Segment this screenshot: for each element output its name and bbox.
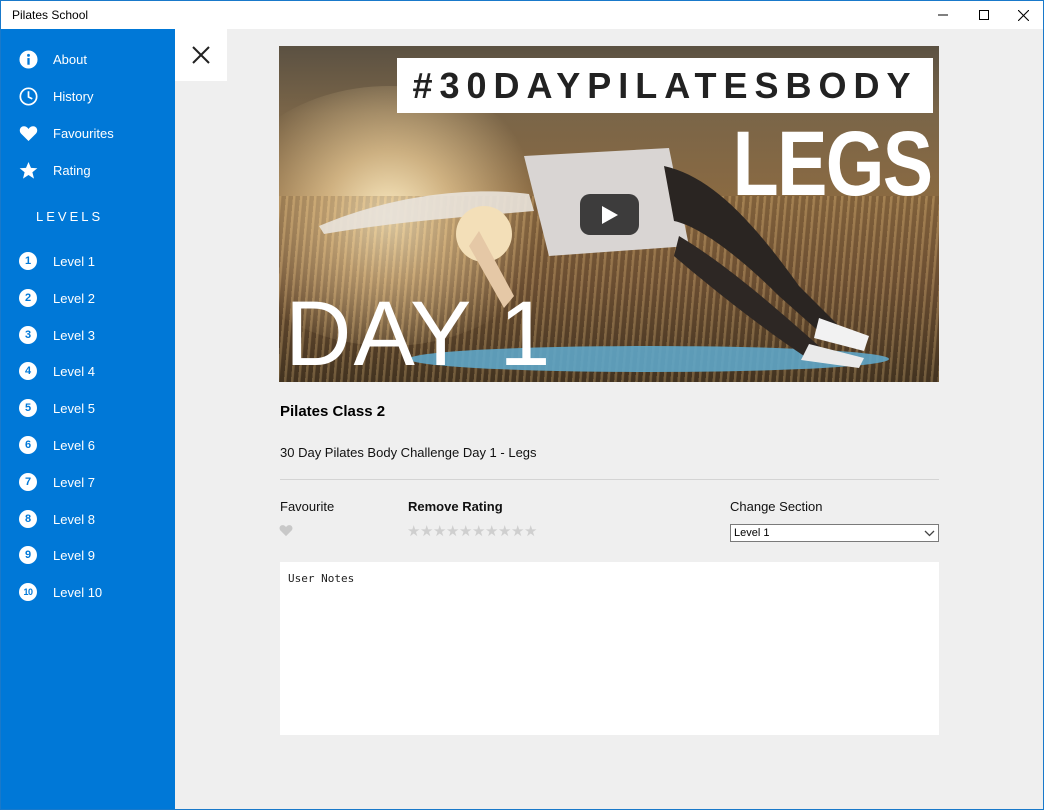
sidebar-item-label: History (53, 88, 94, 104)
star-icon (18, 160, 38, 180)
rating-stars[interactable]: ★ ★ ★ ★ ★ ★ ★ ★ ★ ★ (407, 524, 537, 539)
play-button[interactable] (580, 194, 639, 235)
sidebar-item-level-8[interactable]: 8 Level 8 (1, 501, 175, 537)
star-icon[interactable]: ★ (433, 524, 446, 539)
sidebar-item-label: Level 10 (53, 584, 103, 600)
info-icon (18, 49, 38, 69)
class-description: 30 Day Pilates Body Challenge Day 1 - Le… (280, 445, 537, 460)
video-banner: #30DAYPILATESBODY (397, 58, 933, 113)
star-icon[interactable]: ★ (511, 524, 524, 539)
remove-rating-button[interactable]: Remove Rating (408, 499, 503, 514)
sidebar-item-label: Level 2 (53, 290, 95, 306)
star-icon[interactable]: ★ (407, 524, 420, 539)
sidebar-item-level-1[interactable]: 1 Level 1 (1, 243, 175, 279)
star-icon[interactable]: ★ (498, 524, 511, 539)
sidebar-item-level-3[interactable]: 3 Level 3 (1, 317, 175, 353)
star-icon[interactable]: ★ (446, 524, 459, 539)
sidebar-item-level-10[interactable]: 10 Level 10 (1, 574, 175, 610)
heart-icon (279, 525, 293, 537)
minimize-icon (938, 14, 948, 16)
user-notes-input[interactable] (280, 562, 939, 735)
heart-icon (18, 123, 38, 143)
video-headline: LEGS (732, 113, 932, 215)
close-detail-button[interactable] (175, 29, 227, 81)
close-window-button[interactable] (1000, 1, 1043, 29)
section-select-value: Level 1 (734, 527, 770, 539)
close-icon (192, 46, 210, 64)
sidebar-item-label: About (53, 51, 87, 67)
sidebar-item-about[interactable]: About (1, 41, 175, 77)
sidebar-item-label: Level 6 (53, 437, 95, 453)
sidebar-item-label: Level 3 (53, 327, 95, 343)
sidebar-item-history[interactable]: History (1, 78, 175, 114)
star-icon[interactable]: ★ (472, 524, 485, 539)
number-6-icon: 6 (18, 435, 38, 455)
number-4-icon: 4 (18, 361, 38, 381)
sidebar-item-favourites[interactable]: Favourites (1, 115, 175, 151)
class-title: Pilates Class 2 (280, 403, 386, 420)
title-bar: Pilates School (1, 1, 1043, 29)
sidebar-item-level-4[interactable]: 4 Level 4 (1, 353, 175, 389)
sidebar-item-level-9[interactable]: 9 Level 9 (1, 537, 175, 573)
play-icon (601, 205, 618, 224)
divider (280, 479, 939, 480)
sidebar-item-level-5[interactable]: 5 Level 5 (1, 390, 175, 426)
chevron-down-icon (924, 530, 935, 537)
star-icon[interactable]: ★ (459, 524, 472, 539)
clock-icon (18, 86, 38, 106)
sidebar-item-rating[interactable]: Rating (1, 152, 175, 188)
sidebar-item-label: Level 4 (53, 363, 95, 379)
change-section-label: Change Section (730, 499, 823, 514)
sidebar-item-label: Rating (53, 162, 91, 178)
number-10-icon: 10 (18, 582, 38, 602)
sidebar-item-label: Level 5 (53, 400, 95, 416)
sidebar-item-label: Level 9 (53, 547, 95, 563)
number-7-icon: 7 (18, 472, 38, 492)
favourite-label: Favourite (280, 499, 335, 514)
sidebar-item-label: Level 7 (53, 474, 95, 490)
section-select[interactable]: Level 1 (730, 524, 939, 542)
sidebar-item-label: Favourites (53, 125, 114, 141)
sidebar-item-label: Level 8 (53, 511, 95, 527)
number-1-icon: 1 (18, 251, 38, 271)
minimize-button[interactable] (920, 1, 966, 29)
video-thumbnail[interactable]: #30DAYPILATESBODY LEGS DAY 1 (279, 46, 939, 382)
sidebar-item-level-7[interactable]: 7 Level 7 (1, 464, 175, 500)
star-icon[interactable]: ★ (485, 524, 498, 539)
number-9-icon: 9 (18, 545, 38, 565)
number-3-icon: 3 (18, 325, 38, 345)
star-icon[interactable]: ★ (524, 524, 537, 539)
close-icon (1017, 9, 1029, 21)
levels-heading: LEVELS (36, 209, 104, 224)
number-8-icon: 8 (18, 509, 38, 529)
maximize-icon (979, 10, 989, 20)
sidebar: About History Favourites Rating LEVELS 1… (1, 29, 175, 809)
sidebar-item-level-6[interactable]: 6 Level 6 (1, 427, 175, 463)
sidebar-item-level-2[interactable]: 2 Level 2 (1, 280, 175, 316)
number-5-icon: 5 (18, 398, 38, 418)
video-day-label: DAY 1 (285, 283, 553, 382)
number-2-icon: 2 (18, 288, 38, 308)
favourite-toggle[interactable] (279, 524, 293, 538)
sidebar-item-label: Level 1 (53, 253, 95, 269)
window-title: Pilates School (12, 8, 89, 22)
star-icon[interactable]: ★ (420, 524, 433, 539)
app-window: Pilates School About History Favourites … (0, 0, 1044, 810)
